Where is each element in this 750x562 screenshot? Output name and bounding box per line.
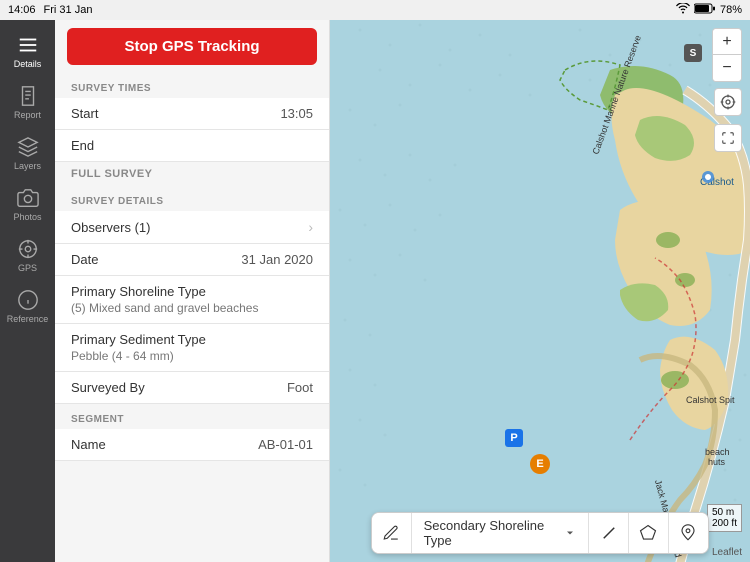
observers-row[interactable]: Observers (1) ›: [55, 211, 329, 244]
stop-gps-button[interactable]: Stop GPS Tracking: [67, 28, 317, 65]
end-label: End: [71, 138, 94, 153]
full-survey-label: FULL SURVEY: [55, 162, 329, 186]
map-area[interactable]: Calshot Marine Nature Reserve Jack Mayna…: [330, 20, 750, 562]
start-time-row: Start 13:05: [55, 98, 329, 130]
wifi-icon: [676, 3, 690, 17]
marker-s: S: [684, 44, 702, 62]
zoom-in-button[interactable]: +: [713, 29, 741, 55]
expand-icon: [721, 131, 735, 145]
status-bar: 14:06 Fri 31 Jan 78%: [0, 0, 750, 20]
map-scale: 50 m 200 ft: [707, 504, 742, 532]
surveyed-by-value: Foot: [287, 380, 313, 395]
sidebar-item-reference[interactable]: Reference: [0, 281, 55, 332]
scale-line2: 200 ft: [712, 518, 737, 529]
battery-icon: [694, 3, 716, 17]
date-label: Date: [71, 252, 98, 267]
scale-line1: 50 m: [712, 507, 737, 518]
panel-header: Stop GPS Tracking: [55, 20, 329, 73]
primary-sediment-row: Primary Sediment Type Pebble (4 - 64 mm): [55, 324, 329, 372]
report-icon: [17, 85, 39, 107]
segment-name-label: Name: [71, 437, 106, 452]
list-icon: [17, 34, 39, 56]
pin-tool-button[interactable]: [669, 513, 708, 553]
secondary-shoreline-dropdown[interactable]: Secondary Shoreline Type: [412, 513, 590, 553]
primary-shoreline-value: (5) Mixed sand and gravel beaches: [71, 301, 313, 315]
primary-shoreline-row: Primary Shoreline Type (5) Mixed sand an…: [55, 276, 329, 324]
locate-button[interactable]: [714, 88, 742, 116]
battery-percent: 78%: [720, 4, 742, 16]
chevron-right-icon: ›: [308, 219, 313, 235]
polygon-icon: [639, 524, 657, 542]
surveyed-by-row: Surveyed By Foot: [55, 372, 329, 404]
segment-name-value: AB-01-01: [258, 437, 313, 452]
chevron-down-icon: [564, 527, 576, 539]
sidebar-item-reference-label: Reference: [7, 314, 49, 324]
date-row: Date 31 Jan 2020: [55, 244, 329, 276]
status-date: Fri 31 Jan: [44, 4, 93, 16]
map-svg: Calshot Marine Nature Reserve Jack Mayna…: [330, 20, 750, 562]
marker-p: P: [505, 429, 523, 447]
observers-label: Observers (1): [71, 220, 150, 235]
camera-icon: [17, 187, 39, 209]
zoom-controls: + −: [712, 28, 742, 82]
pencil-icon: [382, 524, 400, 542]
marker-e: E: [530, 454, 550, 474]
line-icon: [600, 524, 618, 542]
sidebar-item-layers-label: Layers: [14, 161, 41, 171]
sidebar-item-gps[interactable]: GPS: [0, 230, 55, 281]
svg-text:huts: huts: [708, 457, 726, 467]
secondary-shoreline-label: Secondary Shoreline Type: [424, 518, 559, 548]
primary-sediment-label: Primary Sediment Type: [71, 332, 313, 347]
svg-text:beach: beach: [705, 447, 730, 457]
line-tool-button[interactable]: [589, 513, 629, 553]
end-time-row: End: [55, 130, 329, 162]
sidebar-item-details[interactable]: Details: [0, 26, 55, 77]
panel-content: SURVEY TIMES Start 13:05 End FULL SURVEY…: [55, 73, 329, 562]
surveyed-by-label: Surveyed By: [71, 380, 145, 395]
survey-times-header: SURVEY TIMES: [55, 73, 329, 98]
expand-button[interactable]: [714, 124, 742, 152]
pin-icon: [679, 524, 697, 542]
start-label: Start: [71, 106, 98, 121]
draw-button[interactable]: [372, 513, 412, 553]
primary-sediment-value: Pebble (4 - 64 mm): [71, 349, 313, 363]
locate-icon: [720, 94, 736, 110]
svg-text:Calshot Spit: Calshot Spit: [686, 395, 735, 405]
sidebar-item-gps-label: GPS: [18, 263, 37, 273]
layers-icon: [17, 136, 39, 158]
details-panel: Stop GPS Tracking SURVEY TIMES Start 13:…: [55, 20, 330, 562]
segment-name-row: Name AB-01-01: [55, 429, 329, 461]
sidebar-item-photos-label: Photos: [13, 212, 41, 222]
date-value: 31 Jan 2020: [241, 252, 313, 267]
polygon-tool-button[interactable]: [629, 513, 669, 553]
icon-sidebar: Details Report Layers Photos GPS Referen…: [0, 20, 55, 562]
sidebar-item-details-label: Details: [14, 59, 42, 69]
zoom-out-button[interactable]: −: [713, 55, 741, 81]
gps-icon: [17, 238, 39, 260]
sidebar-item-report-label: Report: [14, 110, 41, 120]
primary-shoreline-label: Primary Shoreline Type: [71, 284, 313, 299]
sidebar-item-report[interactable]: Report: [0, 77, 55, 128]
segment-header: SEGMENT: [55, 404, 329, 429]
status-time: 14:06: [8, 4, 36, 16]
leaflet-credit: Leaflet: [712, 547, 742, 558]
sidebar-item-photos[interactable]: Photos: [0, 179, 55, 230]
info-icon: [17, 289, 39, 311]
sidebar-item-layers[interactable]: Layers: [0, 128, 55, 179]
start-value: 13:05: [280, 106, 313, 121]
survey-details-header: SURVEY DETAILS: [55, 186, 329, 211]
bottom-toolbar: Secondary Shoreline Type: [371, 512, 709, 554]
